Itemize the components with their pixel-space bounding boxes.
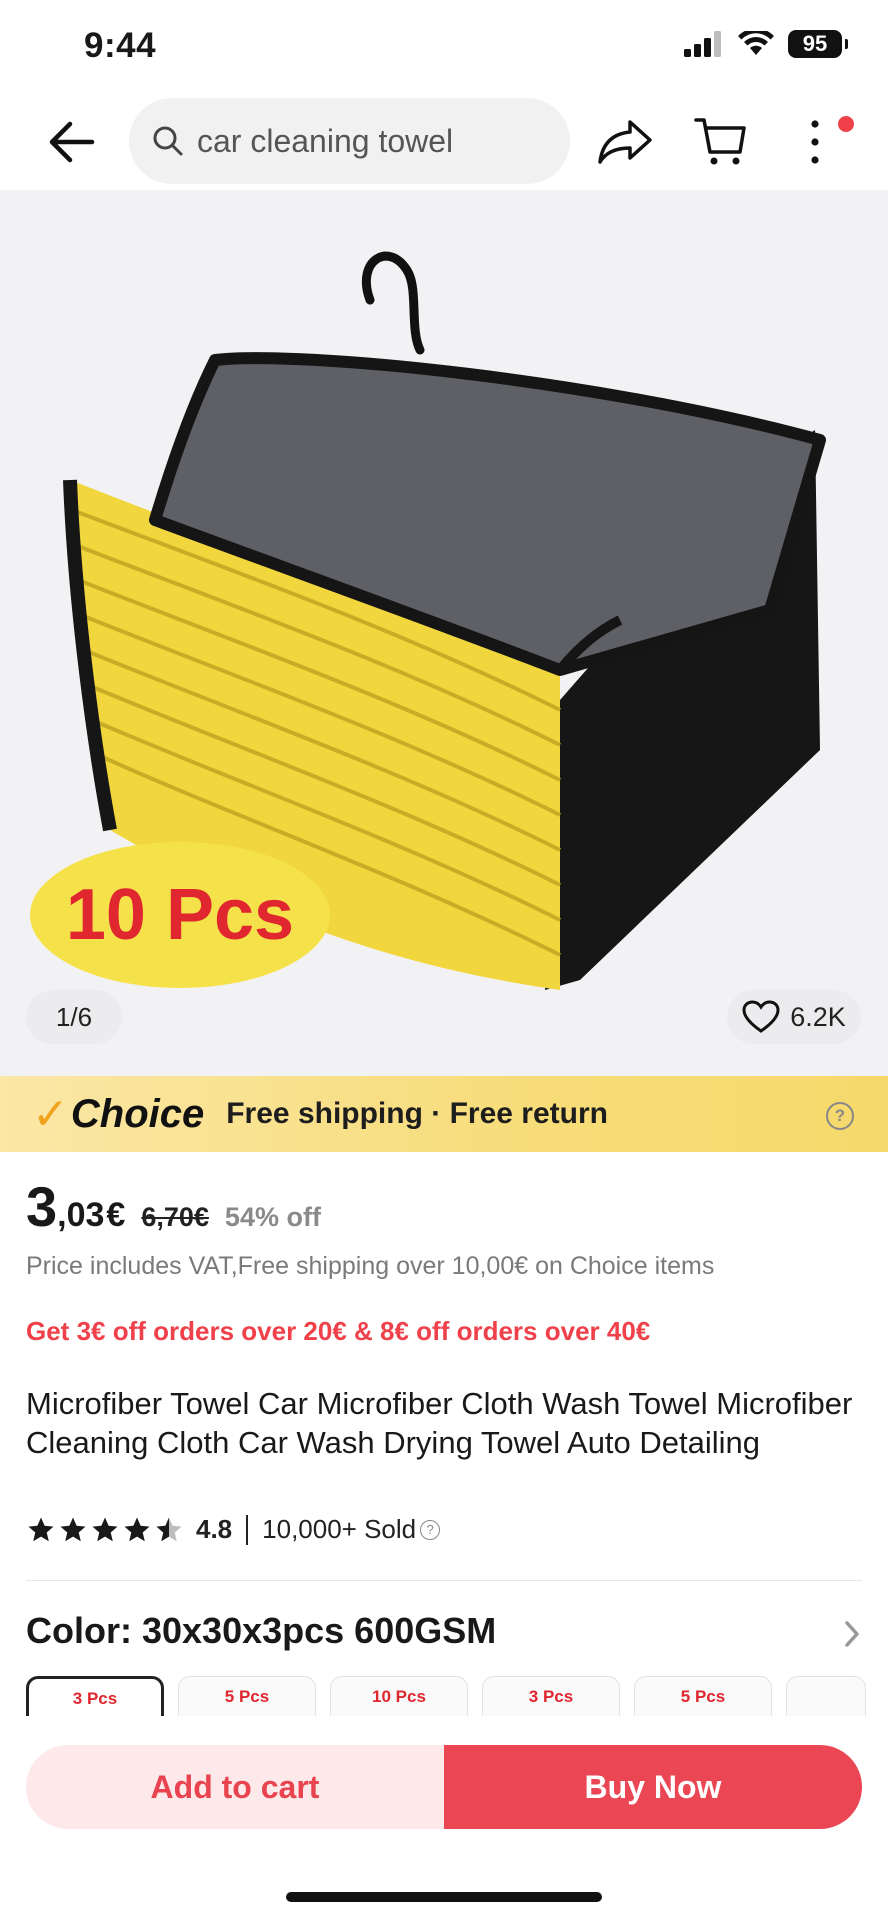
home-indicator[interactable] — [286, 1892, 602, 1902]
rating-separator — [246, 1514, 249, 1545]
choice-logo: ✓ Choice — [32, 1089, 204, 1140]
battery-indicator: 95 — [788, 30, 848, 58]
variant-option[interactable] — [786, 1676, 866, 1716]
variant-option[interactable]: 5 Pcs — [634, 1676, 772, 1716]
rating-stars — [26, 1515, 184, 1545]
product-title: Microfiber Towel Car Microfiber Cloth Wa… — [26, 1386, 853, 1460]
chevron-right-icon[interactable] — [842, 1618, 862, 1650]
more-icon[interactable] — [800, 112, 830, 172]
variant-option[interactable]: 3 Pcs — [482, 1676, 620, 1716]
search-input[interactable] — [195, 121, 559, 161]
rating-row[interactable]: 4.8 10,000+ Sold ? — [26, 1514, 441, 1545]
buy-now-button[interactable]: Buy Now — [444, 1745, 862, 1829]
star-half-icon — [156, 1517, 182, 1541]
status-time: 9:44 — [84, 26, 157, 65]
pcs-badge: 10 Pcs — [30, 842, 330, 988]
sold-count: 10,000+ Sold — [262, 1514, 417, 1544]
favorite-count: 6.2K — [790, 1001, 846, 1032]
star-icon — [28, 1517, 54, 1541]
back-arrow-icon[interactable] — [40, 114, 104, 170]
cart-icon[interactable] — [694, 114, 748, 168]
star-icon — [60, 1517, 86, 1541]
favorite-button[interactable]: 6.2K — [727, 990, 861, 1044]
color-selector-label[interactable]: Color: 30x30x3pcs 600GSM — [26, 1610, 496, 1652]
discount-label: 54% off — [224, 1202, 321, 1232]
vat-note: Price includes VAT,Free shipping over 10… — [26, 1252, 715, 1280]
wifi-icon — [738, 31, 774, 55]
search-icon — [153, 126, 183, 156]
star-icon — [92, 1517, 118, 1541]
notification-dot — [838, 116, 854, 132]
price-row: 3 ,03 € 6,70€ 54% off — [26, 1174, 321, 1239]
rating-value: 4.8 — [196, 1514, 233, 1544]
choice-banner[interactable]: ✓ Choice Free shipping · Free return — [0, 1076, 888, 1152]
promo-coupon-text[interactable]: Get 3€ off orders over 20€ & 8€ off orde… — [26, 1316, 650, 1347]
color-variants: 3 Pcs 5 Pcs 10 Pcs 3 Pcs 5 Pcs — [26, 1676, 888, 1716]
sold-help-icon[interactable]: ? — [420, 1519, 441, 1540]
star-icon — [124, 1517, 150, 1541]
signal-icon — [684, 31, 721, 57]
search-bar[interactable] — [129, 98, 570, 184]
variant-option[interactable]: 5 Pcs — [178, 1676, 316, 1716]
divider — [26, 1580, 862, 1581]
choice-logo-word: Choice — [70, 1091, 205, 1136]
share-icon[interactable] — [596, 116, 654, 168]
variant-option[interactable]: 3 Pcs — [26, 1676, 164, 1716]
price-integer: 3 — [26, 1175, 58, 1238]
help-icon[interactable]: ? — [826, 1102, 854, 1130]
original-price: 6,70€ — [141, 1202, 209, 1232]
image-counter: 1/6 — [26, 990, 122, 1044]
status-icons: 95 — [684, 30, 848, 58]
choice-check-icon: ✓ — [32, 1089, 69, 1139]
variant-option[interactable]: 10 Pcs — [330, 1676, 468, 1716]
add-to-cart-button[interactable]: Add to cart — [26, 1745, 444, 1829]
heart-icon — [742, 1000, 780, 1033]
pcs-badge-text: 10 Pcs — [65, 875, 295, 955]
price-currency: € — [106, 1196, 126, 1234]
price-decimal: ,03 — [57, 1196, 105, 1234]
choice-banner-text: Free shipping · Free return — [226, 1097, 608, 1130]
